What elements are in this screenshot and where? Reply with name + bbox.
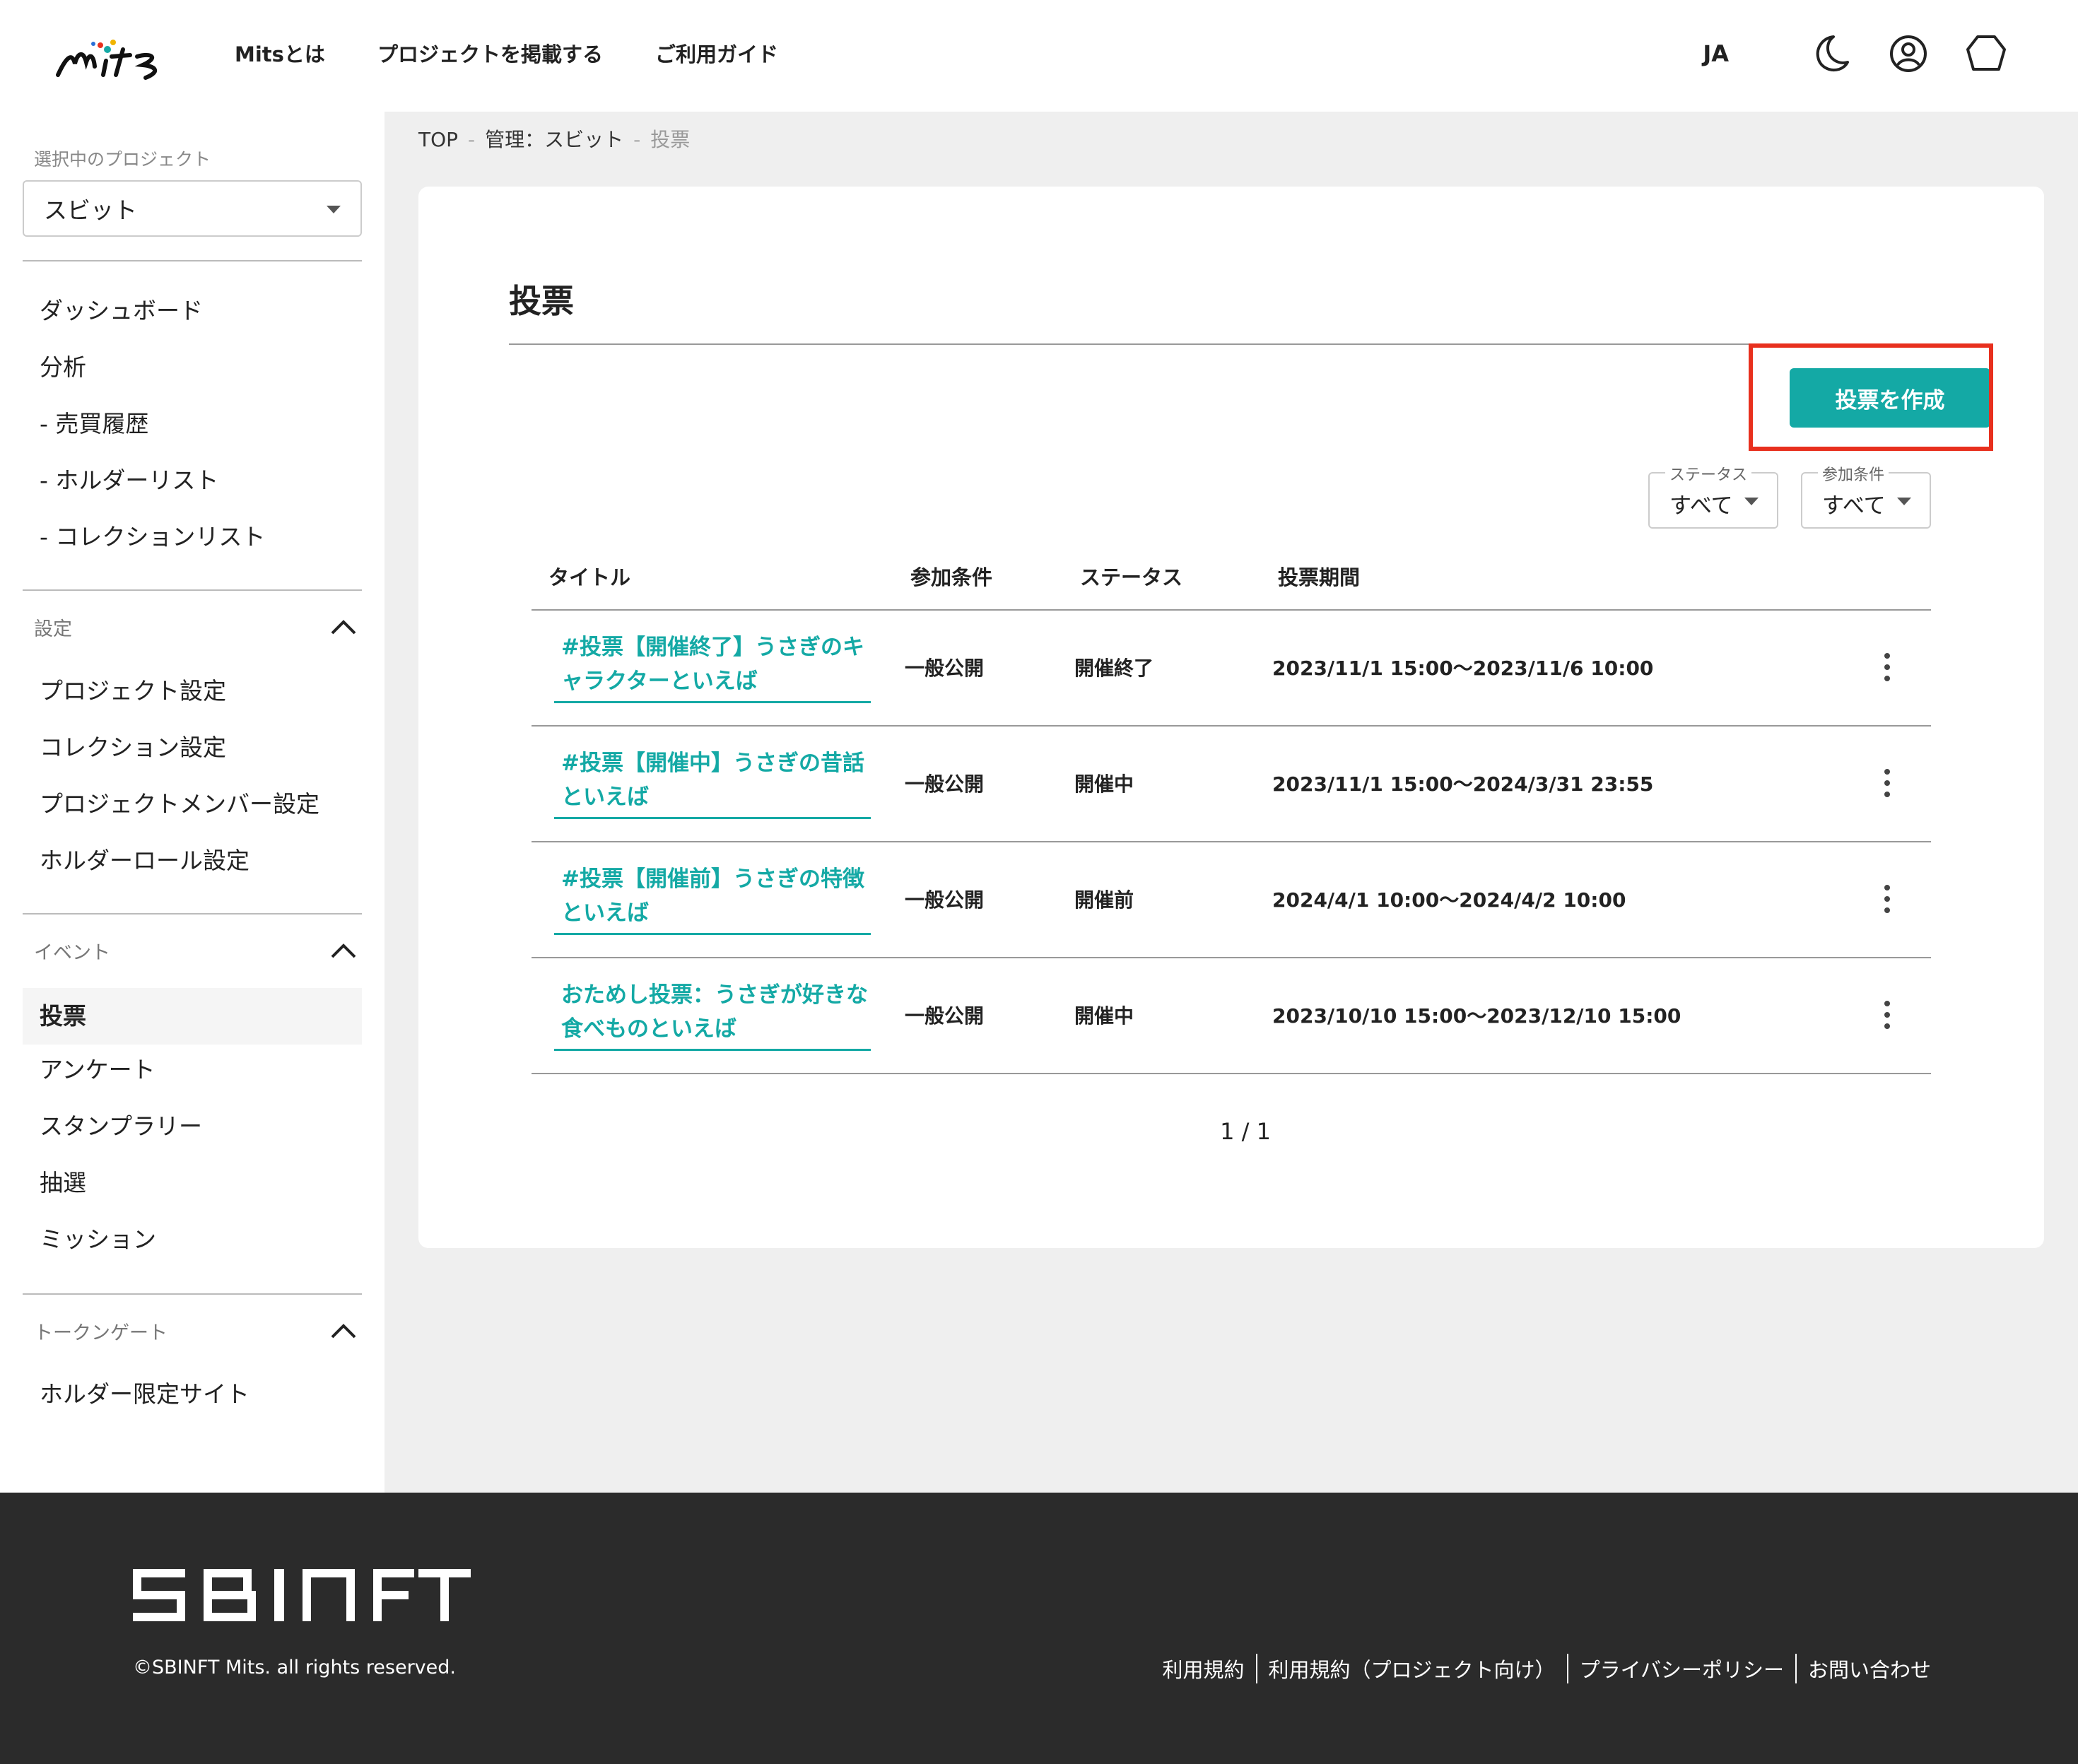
vote-condition: 一般公開 xyxy=(905,657,985,680)
title-divider xyxy=(509,343,1955,345)
column-header-status: ステータス xyxy=(1080,565,1183,589)
vote-condition: 一般公開 xyxy=(905,1004,985,1028)
breadcrumb-top[interactable]: TOP xyxy=(418,128,458,151)
vote-title-link[interactable]: #投票【開催前】うさぎの特徴といえば xyxy=(554,862,871,935)
account-icon[interactable] xyxy=(1886,31,1931,76)
chevron-up-icon[interactable] xyxy=(329,1322,358,1340)
sidebar-item-holder-role-settings[interactable]: ホルダーロール設定 xyxy=(40,843,250,878)
footer-link-terms[interactable]: 利用規約 xyxy=(1151,1654,1256,1683)
breadcrumb-current: 投票 xyxy=(650,128,691,151)
breadcrumb-admin[interactable]: 管理：スビット xyxy=(485,128,623,151)
status-filter-value: すべて xyxy=(1669,493,1733,519)
footer: ©SBINFT Mits. all rights reserved. 利用規約 … xyxy=(0,1493,2078,1764)
vote-period: 2023/11/1 15:00〜2024/3/31 23:55 xyxy=(1272,772,1654,796)
footer-link-contact[interactable]: お問い合わせ xyxy=(1797,1654,1942,1683)
caret-down-icon xyxy=(1744,498,1759,505)
nav-about[interactable]: Mitsとは xyxy=(235,37,325,72)
condition-filter[interactable]: 参加条件 すべて xyxy=(1801,462,1931,529)
footer-links: 利用規約 利用規約（プロジェクト向け） プライバシーポリシー お問い合わせ xyxy=(1151,1654,1942,1683)
sidebar-item-vote[interactable]: 投票 xyxy=(23,988,362,1045)
sidebar-item-survey[interactable]: アンケート xyxy=(40,1052,155,1088)
wallet-hexagon-icon[interactable] xyxy=(1963,31,2009,76)
caret-down-icon xyxy=(1897,498,1911,505)
table-divider xyxy=(532,1073,1931,1074)
top-nav: Mitsとは プロジェクトを掲載する ご利用ガイド xyxy=(235,37,830,72)
more-vertical-icon[interactable] xyxy=(1879,766,1896,800)
sidebar-item-mission[interactable]: ミッション xyxy=(40,1222,156,1257)
condition-filter-label: 参加条件 xyxy=(1818,462,1889,485)
table-row: おためし投票：うさぎが好きな食べものといえば 一般公開 開催中 2023/10/… xyxy=(532,958,1931,1074)
vote-list-card: 投票 投票を作成 ステータス すべて 参加条件 すべて タイトル 参加条件 ステ… xyxy=(418,187,2044,1248)
vote-status: 開催終了 xyxy=(1074,657,1154,680)
sidebar-item-collection-settings[interactable]: コレクション設定 xyxy=(40,730,226,765)
sidebar-item-project-settings[interactable]: プロジェクト設定 xyxy=(40,674,226,709)
chevron-up-icon[interactable] xyxy=(329,941,358,960)
header-actions: JA xyxy=(1703,31,2009,76)
sidebar-item-collection-list[interactable]: - コレクションリスト xyxy=(40,519,265,555)
section-settings-title: 設定 xyxy=(34,618,72,640)
breadcrumb-separator: - xyxy=(633,128,641,151)
sidebar: 選択中のプロジェクト スビット ダッシュボード 分析 - 売買履歴 - ホルダー… xyxy=(0,112,385,1493)
project-select-value: スビット xyxy=(44,196,137,224)
vote-title-link[interactable]: #投票【開催中】うさぎの昔話といえば xyxy=(554,746,871,819)
status-filter-label: ステータス xyxy=(1665,462,1752,485)
language-switch[interactable]: JA xyxy=(1703,40,1729,67)
vote-period: 2024/4/1 10:00〜2024/4/2 10:00 xyxy=(1272,888,1626,912)
column-header-period: 投票期間 xyxy=(1278,565,1361,589)
chevron-up-icon[interactable] xyxy=(329,618,358,636)
nav-list-project[interactable]: プロジェクトを掲載する xyxy=(377,37,603,72)
divider xyxy=(23,1293,362,1295)
vote-period: 2023/10/10 15:00〜2023/12/10 15:00 xyxy=(1272,1004,1681,1028)
sidebar-item-member-settings[interactable]: プロジェクトメンバー設定 xyxy=(40,787,319,822)
vote-title-link[interactable]: #投票【開催終了】うさぎのキャラクターといえば xyxy=(554,630,871,703)
footer-link-privacy[interactable]: プライバシーポリシー xyxy=(1568,1654,1795,1683)
table-row: #投票【開催前】うさぎの特徴といえば 一般公開 開催前 2024/4/1 10:… xyxy=(532,842,1931,958)
divider xyxy=(23,589,362,591)
divider xyxy=(23,260,362,261)
sidebar-item-stamp-rally[interactable]: スタンプラリー xyxy=(40,1109,202,1144)
column-header-condition: 参加条件 xyxy=(910,565,993,589)
breadcrumb-separator: - xyxy=(468,128,476,151)
table-row: #投票【開催中】うさぎの昔話といえば 一般公開 開催中 2023/11/1 15… xyxy=(532,727,1931,842)
condition-filter-value: すべて xyxy=(1822,493,1886,519)
caret-down-icon xyxy=(327,206,341,213)
section-events-title: イベント xyxy=(34,942,110,964)
project-select-label: 選択中のプロジェクト xyxy=(34,149,211,170)
section-token-gate-title: トークンゲート xyxy=(34,1322,168,1344)
sidebar-item-holder-site[interactable]: ホルダー限定サイト xyxy=(40,1377,250,1412)
vote-status: 開催前 xyxy=(1074,888,1134,912)
sidebar-item-dashboard[interactable]: ダッシュボード xyxy=(40,293,203,329)
sidebar-item-sales-history[interactable]: - 売買履歴 xyxy=(40,406,148,442)
vote-status: 開催中 xyxy=(1074,772,1134,796)
pagination: 1 / 1 xyxy=(1220,1118,1271,1145)
breadcrumb: TOP - 管理：スビット - 投票 xyxy=(418,124,690,153)
status-filter[interactable]: ステータス すべて xyxy=(1648,462,1778,529)
mits-logo[interactable] xyxy=(54,28,174,85)
vote-condition: 一般公開 xyxy=(905,772,985,796)
nav-guide[interactable]: ご利用ガイド xyxy=(655,37,778,72)
highlight-box xyxy=(1749,343,1993,451)
sidebar-item-holder-list[interactable]: - ホルダーリスト xyxy=(40,463,218,498)
top-header: Mitsとは プロジェクトを掲載する ご利用ガイド JA xyxy=(0,0,2078,112)
table-row: #投票【開催終了】うさぎのキャラクターといえば 一般公開 開催終了 2023/1… xyxy=(532,611,1931,727)
copyright: ©SBINFT Mits. all rights reserved. xyxy=(133,1657,456,1678)
more-vertical-icon[interactable] xyxy=(1879,882,1896,916)
sidebar-item-lottery[interactable]: 抽選 xyxy=(40,1165,86,1201)
divider xyxy=(23,913,362,915)
more-vertical-icon[interactable] xyxy=(1879,650,1896,684)
vote-condition: 一般公開 xyxy=(905,888,985,912)
column-header-title: タイトル xyxy=(548,565,631,589)
page-title: 投票 xyxy=(509,282,574,320)
more-vertical-icon[interactable] xyxy=(1879,998,1896,1032)
footer-link-terms-project[interactable]: 利用規約（プロジェクト向け） xyxy=(1257,1654,1567,1683)
moon-icon[interactable] xyxy=(1808,31,1853,76)
vote-period: 2023/11/1 15:00〜2023/11/6 10:00 xyxy=(1272,657,1654,680)
sidebar-item-analytics[interactable]: 分析 xyxy=(40,350,86,385)
vote-status: 開催中 xyxy=(1074,1004,1134,1028)
project-select[interactable]: スビット xyxy=(23,180,362,237)
vote-title-link[interactable]: おためし投票：うさぎが好きな食べものといえば xyxy=(554,978,871,1051)
sbinft-logo[interactable] xyxy=(133,1569,471,1621)
